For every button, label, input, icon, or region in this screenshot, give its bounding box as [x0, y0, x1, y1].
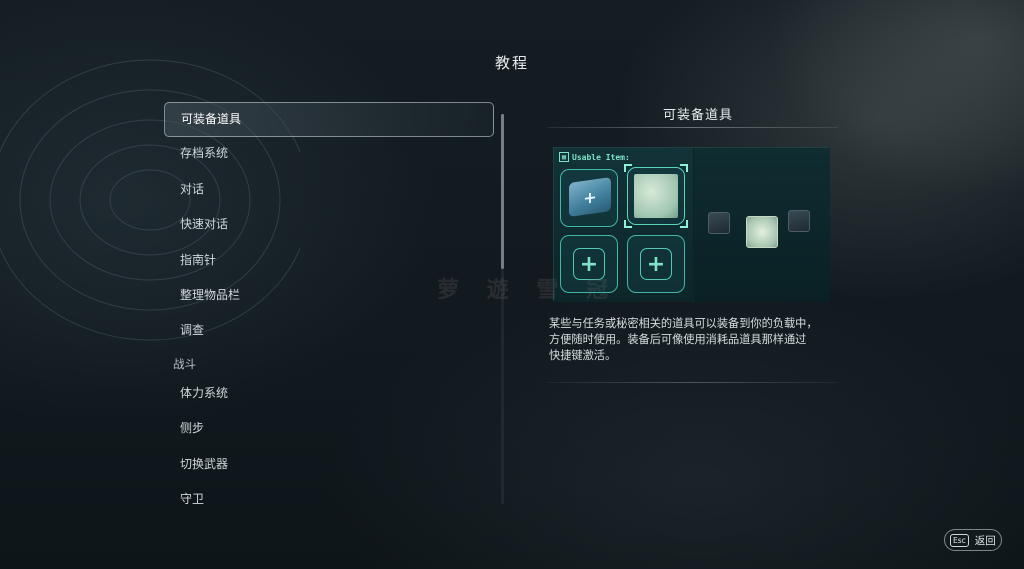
- description-line: 快捷键激活。: [549, 349, 617, 363]
- menu-item-investigate[interactable]: 调查: [164, 314, 494, 349]
- usable-item-tag: ▦ Usable Item:: [559, 152, 630, 162]
- description-line: 某些与任务或秘密相关的道具可以装备到你的负载中，: [549, 317, 818, 330]
- menu-section-combat: 战斗: [173, 356, 196, 371]
- menu-item-guard[interactable]: 守卫: [164, 483, 494, 518]
- selection-corner-icon: [680, 220, 688, 228]
- back-button[interactable]: Esc 返回: [944, 529, 1002, 551]
- back-label: 返回: [974, 534, 996, 547]
- detail-title: 可装备道具: [662, 108, 733, 123]
- page-title: 教程: [494, 54, 529, 72]
- description-divider: [548, 382, 838, 383]
- quickslot-map-icon: [746, 216, 778, 248]
- selection-corner-icon: [624, 164, 632, 172]
- empty-slot: +: [627, 235, 685, 293]
- medkit-slot: +: [560, 169, 618, 227]
- selection-corner-icon: [624, 220, 632, 228]
- grid-icon: ▦: [559, 152, 569, 162]
- menu-item-stamina-system[interactable]: 体力系统: [164, 377, 494, 412]
- detail-divider: [548, 127, 838, 128]
- detail-description: 某些与任务或秘密相关的道具可以装备到你的负载中， 方便随时使用。装备后可像使用消…: [549, 316, 839, 365]
- menu-item-sidestep[interactable]: 侧步: [164, 412, 494, 447]
- preview-quickslot-panel: [694, 148, 830, 302]
- watermark: 萝 遊 雪 冠: [437, 278, 618, 303]
- map-slot: [624, 164, 688, 228]
- usable-item-label: Usable Item:: [572, 152, 630, 162]
- menu-item-quick-dialogue[interactable]: 快速对话: [164, 208, 494, 243]
- tutorial-menu: 可装备道具 存档系统 对话 快速对话 指南针 整理物品栏 调查 战斗 体力系统 …: [164, 102, 494, 518]
- menu-scrollbar[interactable]: [501, 114, 504, 504]
- scrollbar-thumb[interactable]: [501, 114, 504, 269]
- medkit-icon: +: [569, 177, 611, 217]
- quickslot-item-icon: [708, 212, 730, 234]
- add-icon: +: [640, 248, 672, 280]
- map-icon: [634, 174, 678, 218]
- esc-key-icon: Esc: [950, 533, 969, 547]
- selection-corner-icon: [680, 164, 688, 172]
- menu-item-equippable-items[interactable]: 可装备道具: [164, 102, 494, 138]
- menu-item-switch-weapon[interactable]: 切换武器: [164, 448, 494, 483]
- quickslot-item-icon: [788, 210, 810, 232]
- description-line: 方便随时使用。装备后可像使用消耗品道具那样通过: [549, 333, 807, 347]
- menu-item-dialogue[interactable]: 对话: [164, 173, 494, 208]
- menu-item-save-system[interactable]: 存档系统: [164, 137, 494, 172]
